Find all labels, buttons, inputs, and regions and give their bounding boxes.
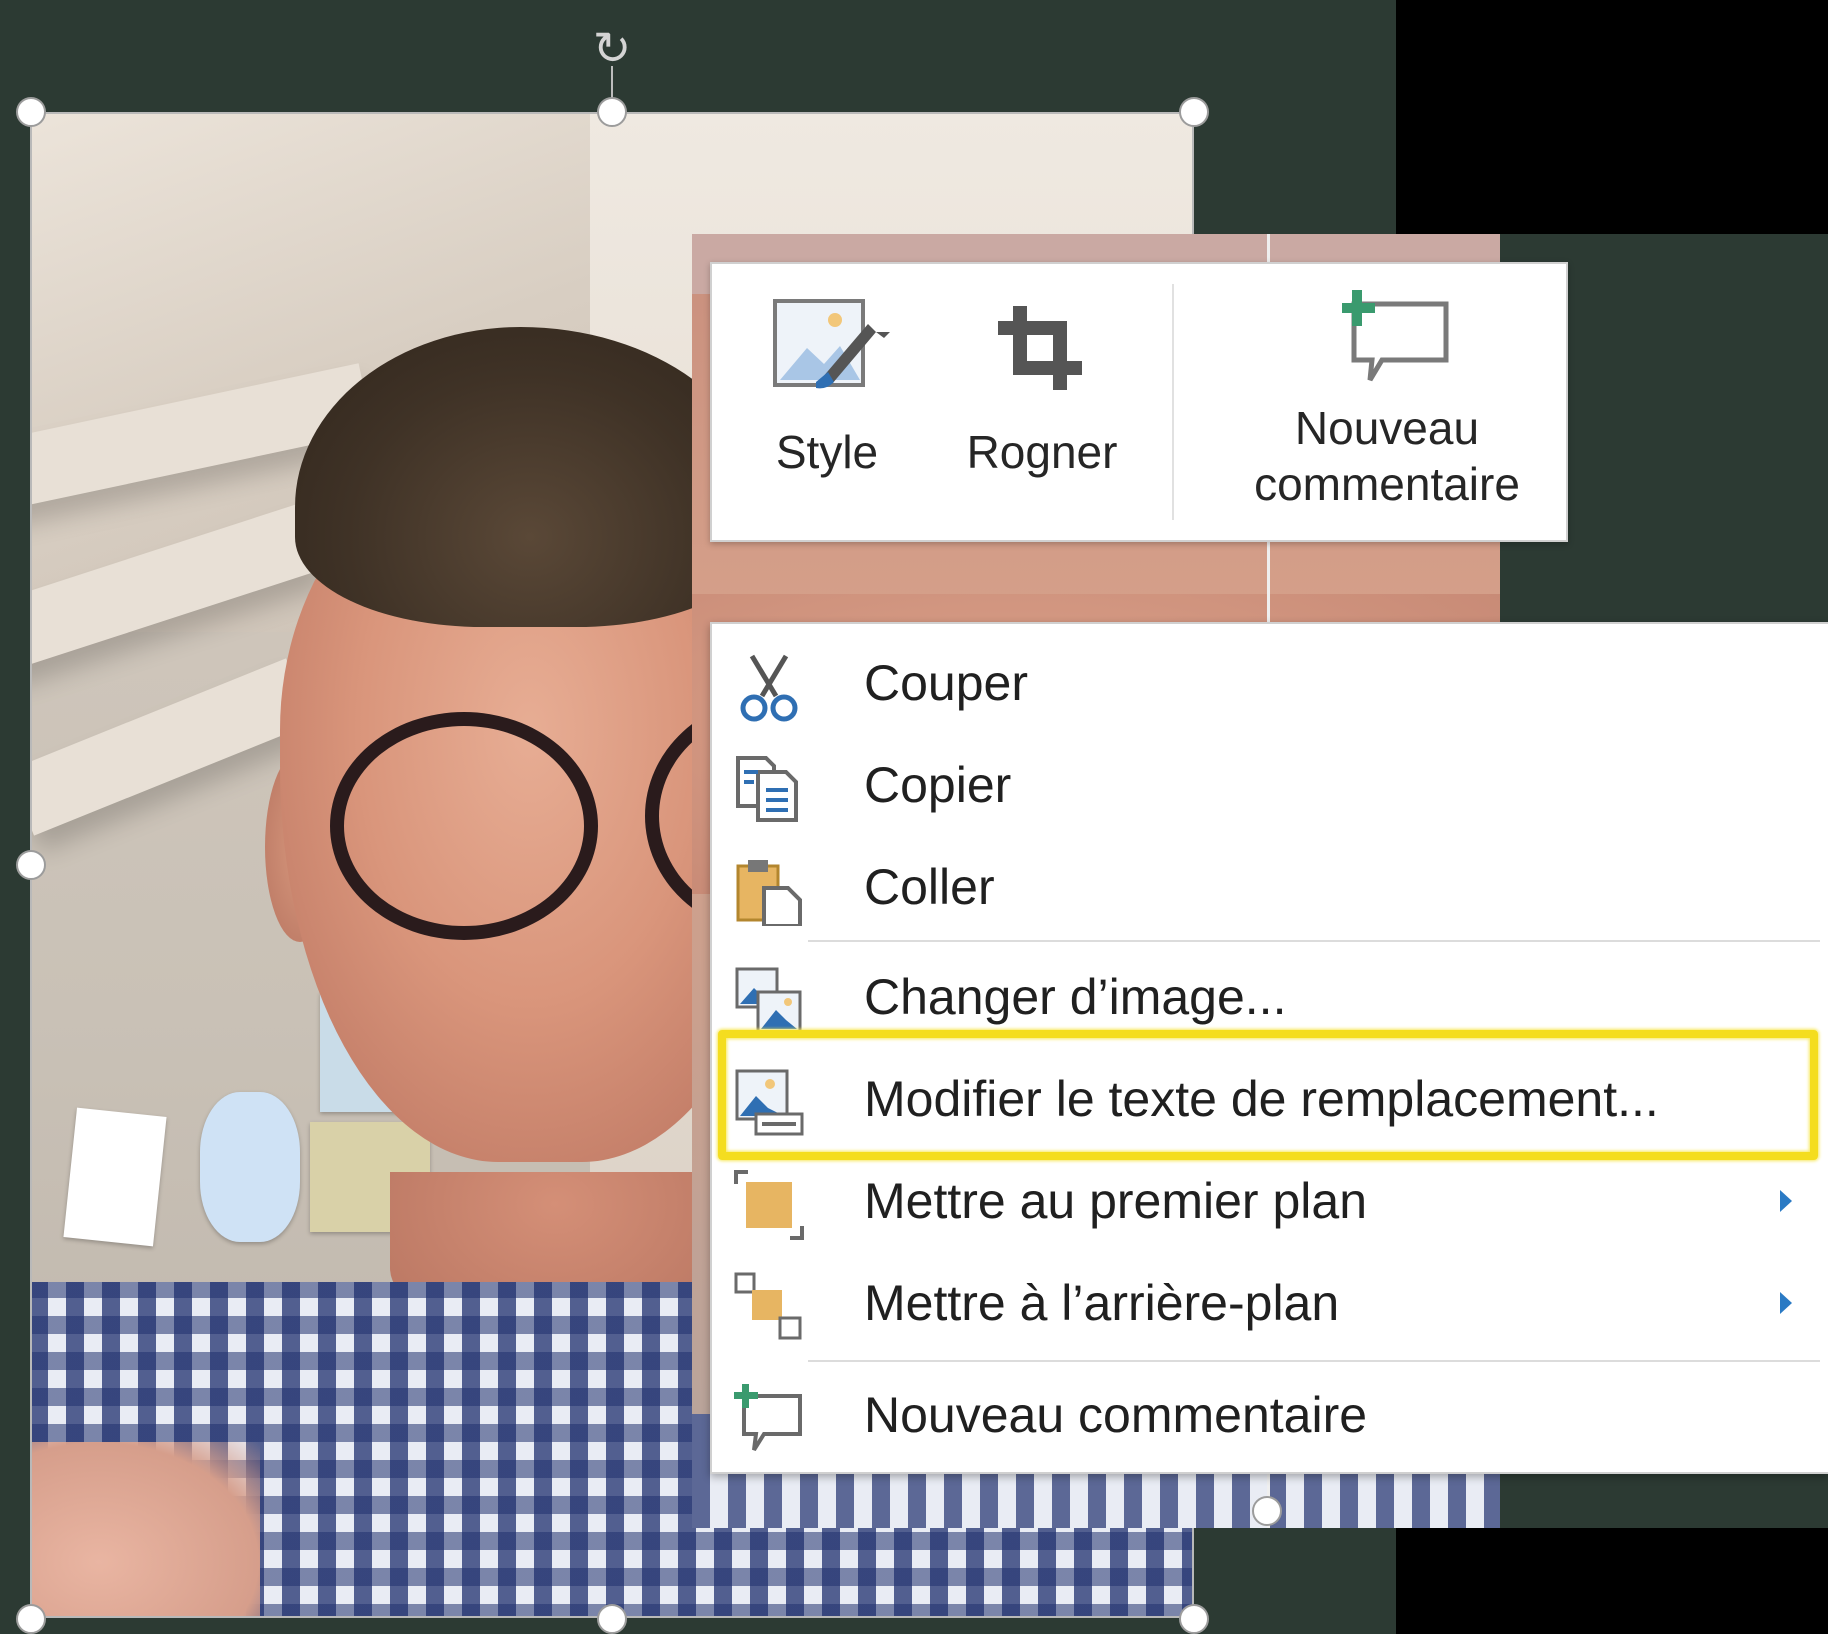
resize-handle-bottom-right[interactable] — [1179, 1604, 1209, 1634]
new-comment-label-line2: commentaire — [1254, 458, 1520, 510]
resize-handle-picture-copy[interactable] — [1252, 1496, 1282, 1526]
photo-poster — [63, 1107, 167, 1247]
new-comment-label-line1: Nouveau — [1294, 402, 1480, 454]
menu-item-change-picture[interactable]: Changer d’image... — [712, 946, 1828, 1048]
style-label: Style — [775, 426, 879, 478]
menu-separator — [808, 1360, 1820, 1362]
context-menu: Couper Copier Coller Changer d’image... … — [710, 622, 1828, 1474]
mini-toolbar: Style Rogner Nouveau commentaire — [710, 262, 1568, 542]
menu-item-paste[interactable]: Coller — [712, 836, 1828, 938]
menu-item-cut[interactable]: Couper — [712, 632, 1828, 734]
resize-handle-top-right[interactable] — [1179, 97, 1209, 127]
menu-item-copy[interactable]: Copier — [712, 734, 1828, 836]
crop-icon — [998, 306, 1082, 390]
resize-handle-left[interactable] — [16, 850, 46, 880]
bring-to-front-icon — [734, 1170, 804, 1240]
submenu-arrow-icon — [1780, 1190, 1792, 1212]
style-button[interactable]: Style — [762, 264, 892, 540]
new-comment-toolbar-button[interactable]: Nouveau commentaire — [1212, 264, 1562, 540]
resize-handle-top[interactable] — [597, 97, 627, 127]
picture-style-icon — [773, 299, 890, 389]
menu-item-label: Modifier le texte de remplacement... — [864, 1071, 1659, 1127]
rotate-handle-icon[interactable]: ↻ — [588, 24, 636, 72]
menu-item-bring-to-front[interactable]: Mettre au premier plan — [712, 1150, 1828, 1252]
menu-item-label: Copier — [864, 757, 1012, 813]
resize-handle-bottom-left[interactable] — [16, 1604, 46, 1634]
alt-text-icon — [735, 1069, 804, 1136]
menu-item-label: Couper — [864, 655, 1028, 711]
change-picture-icon — [735, 967, 802, 1034]
menu-separator — [808, 940, 1820, 942]
menu-item-new-comment[interactable]: Nouveau commentaire — [712, 1364, 1828, 1466]
menu-item-edit-alt-text[interactable]: Modifier le texte de remplacement... — [712, 1048, 1828, 1150]
resize-handle-bottom[interactable] — [597, 1604, 627, 1634]
crop-button[interactable]: Rogner — [952, 264, 1132, 540]
toolbar-divider — [1172, 284, 1174, 520]
photo-glasses — [330, 712, 598, 940]
send-to-back-icon — [734, 1272, 802, 1340]
photo-poster — [200, 1092, 300, 1242]
submenu-arrow-icon — [1780, 1292, 1792, 1314]
new-comment-icon — [1342, 290, 1449, 382]
scissors-icon — [740, 654, 798, 722]
crop-label: Rogner — [966, 426, 1118, 478]
menu-item-label: Mettre à l’arrière-plan — [864, 1275, 1340, 1331]
menu-item-label: Mettre au premier plan — [864, 1173, 1368, 1229]
copy-icon — [736, 756, 798, 822]
menu-item-label: Changer d’image... — [864, 969, 1287, 1025]
menu-item-label: Coller — [864, 859, 995, 915]
paste-icon — [736, 860, 802, 926]
photo-hand — [30, 1442, 260, 1618]
resize-handle-top-left[interactable] — [16, 97, 46, 127]
menu-item-label: Nouveau commentaire — [864, 1387, 1368, 1443]
new-comment-icon — [734, 1384, 802, 1452]
menu-item-send-to-back[interactable]: Mettre à l’arrière-plan — [712, 1252, 1828, 1354]
